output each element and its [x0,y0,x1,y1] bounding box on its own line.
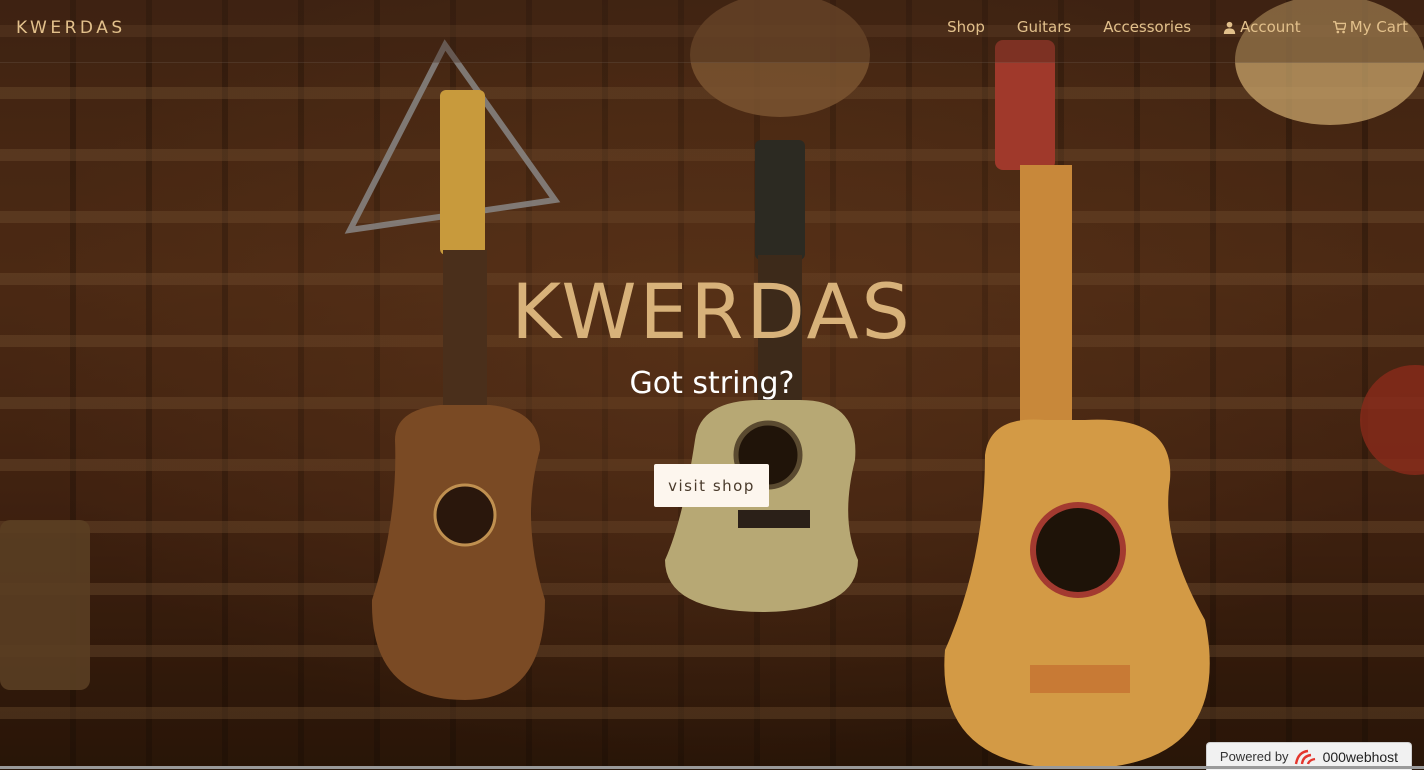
hero-title: KWERDAS [511,267,913,356]
top-navbar: KWERDAS Shop Guitars Accessories Account… [0,0,1424,63]
nav-account-label: Account [1240,18,1301,36]
visit-shop-button[interactable]: visit shop [654,464,769,507]
powered-by-text: Powered by [1219,749,1289,764]
000webhost-logo-icon [1294,749,1315,764]
powered-by-name: 000webhost [1322,748,1399,765]
cart-icon [1332,20,1346,33]
nav-account[interactable]: Account [1223,16,1301,38]
nav-guitars[interactable]: Guitars [1017,16,1071,38]
nav-shop[interactable]: Shop [947,16,985,38]
nav-cart-label: My Cart [1349,18,1408,36]
hero-subtitle: Got string? [629,366,795,401]
main-nav: Shop Guitars Accessories Account My Cart [915,16,1408,38]
nav-guitars-label: Guitars [1016,18,1072,36]
brand-logo[interactable]: KWERDAS [16,18,126,38]
nav-shop-label: Shop [947,18,985,36]
user-icon [1223,21,1236,34]
nav-accessories-label: Accessories [1103,18,1192,36]
nav-accessories[interactable]: Accessories [1103,16,1191,38]
nav-cart[interactable]: My Cart [1332,16,1408,38]
